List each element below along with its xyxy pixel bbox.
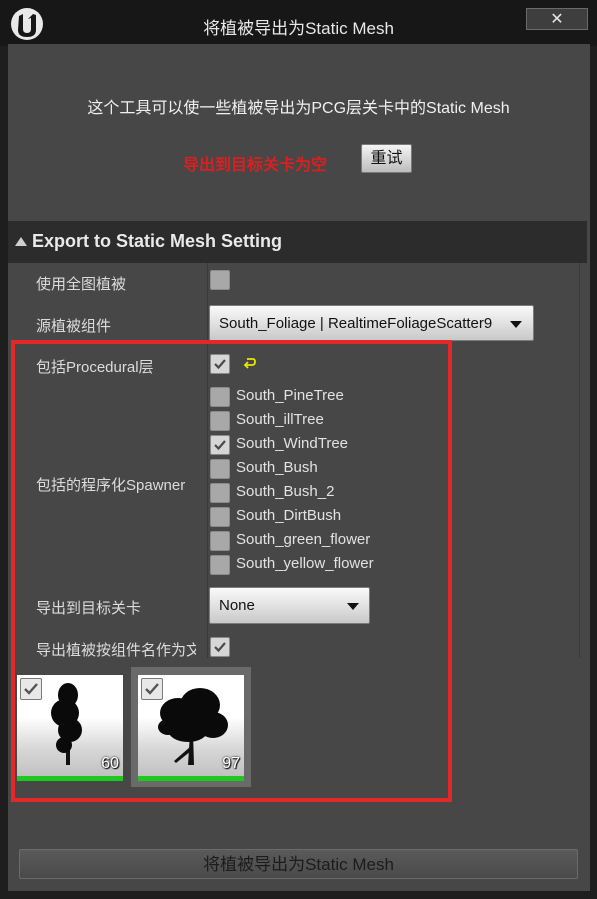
status-message: 导出到目标关卡为空	[183, 157, 328, 174]
retry-button[interactable]: 重试	[361, 144, 412, 173]
use-all-foliage-checkbox[interactable]	[210, 270, 230, 290]
section-header[interactable]: Export to Static Mesh Setting	[8, 221, 587, 263]
use-all-foliage-label: 使用全图植被	[36, 276, 127, 293]
source-component-label: 源植被组件	[36, 318, 112, 335]
column-divider-right	[579, 263, 580, 658]
source-component-value: South_Foliage | RealtimeFoliageScatter9	[219, 315, 493, 332]
intro-text: 这个工具可以使一些植被导出为PCG层关卡中的Static Mesh	[87, 100, 510, 117]
source-component-dropdown[interactable]: South_Foliage | RealtimeFoliageScatter9	[209, 305, 534, 341]
close-button[interactable]: ✕	[526, 8, 588, 30]
window-title: 将植被导出为Static Mesh	[203, 19, 394, 38]
section-title: Export to Static Mesh Setting	[32, 231, 283, 251]
highlight-box	[11, 340, 452, 802]
chevron-down-icon	[510, 321, 522, 328]
export-button[interactable]: 将植被导出为Static Mesh	[19, 849, 578, 879]
collapse-arrow-icon	[15, 237, 27, 246]
title-bar: 将植被导出为Static Mesh ✕	[0, 0, 597, 46]
